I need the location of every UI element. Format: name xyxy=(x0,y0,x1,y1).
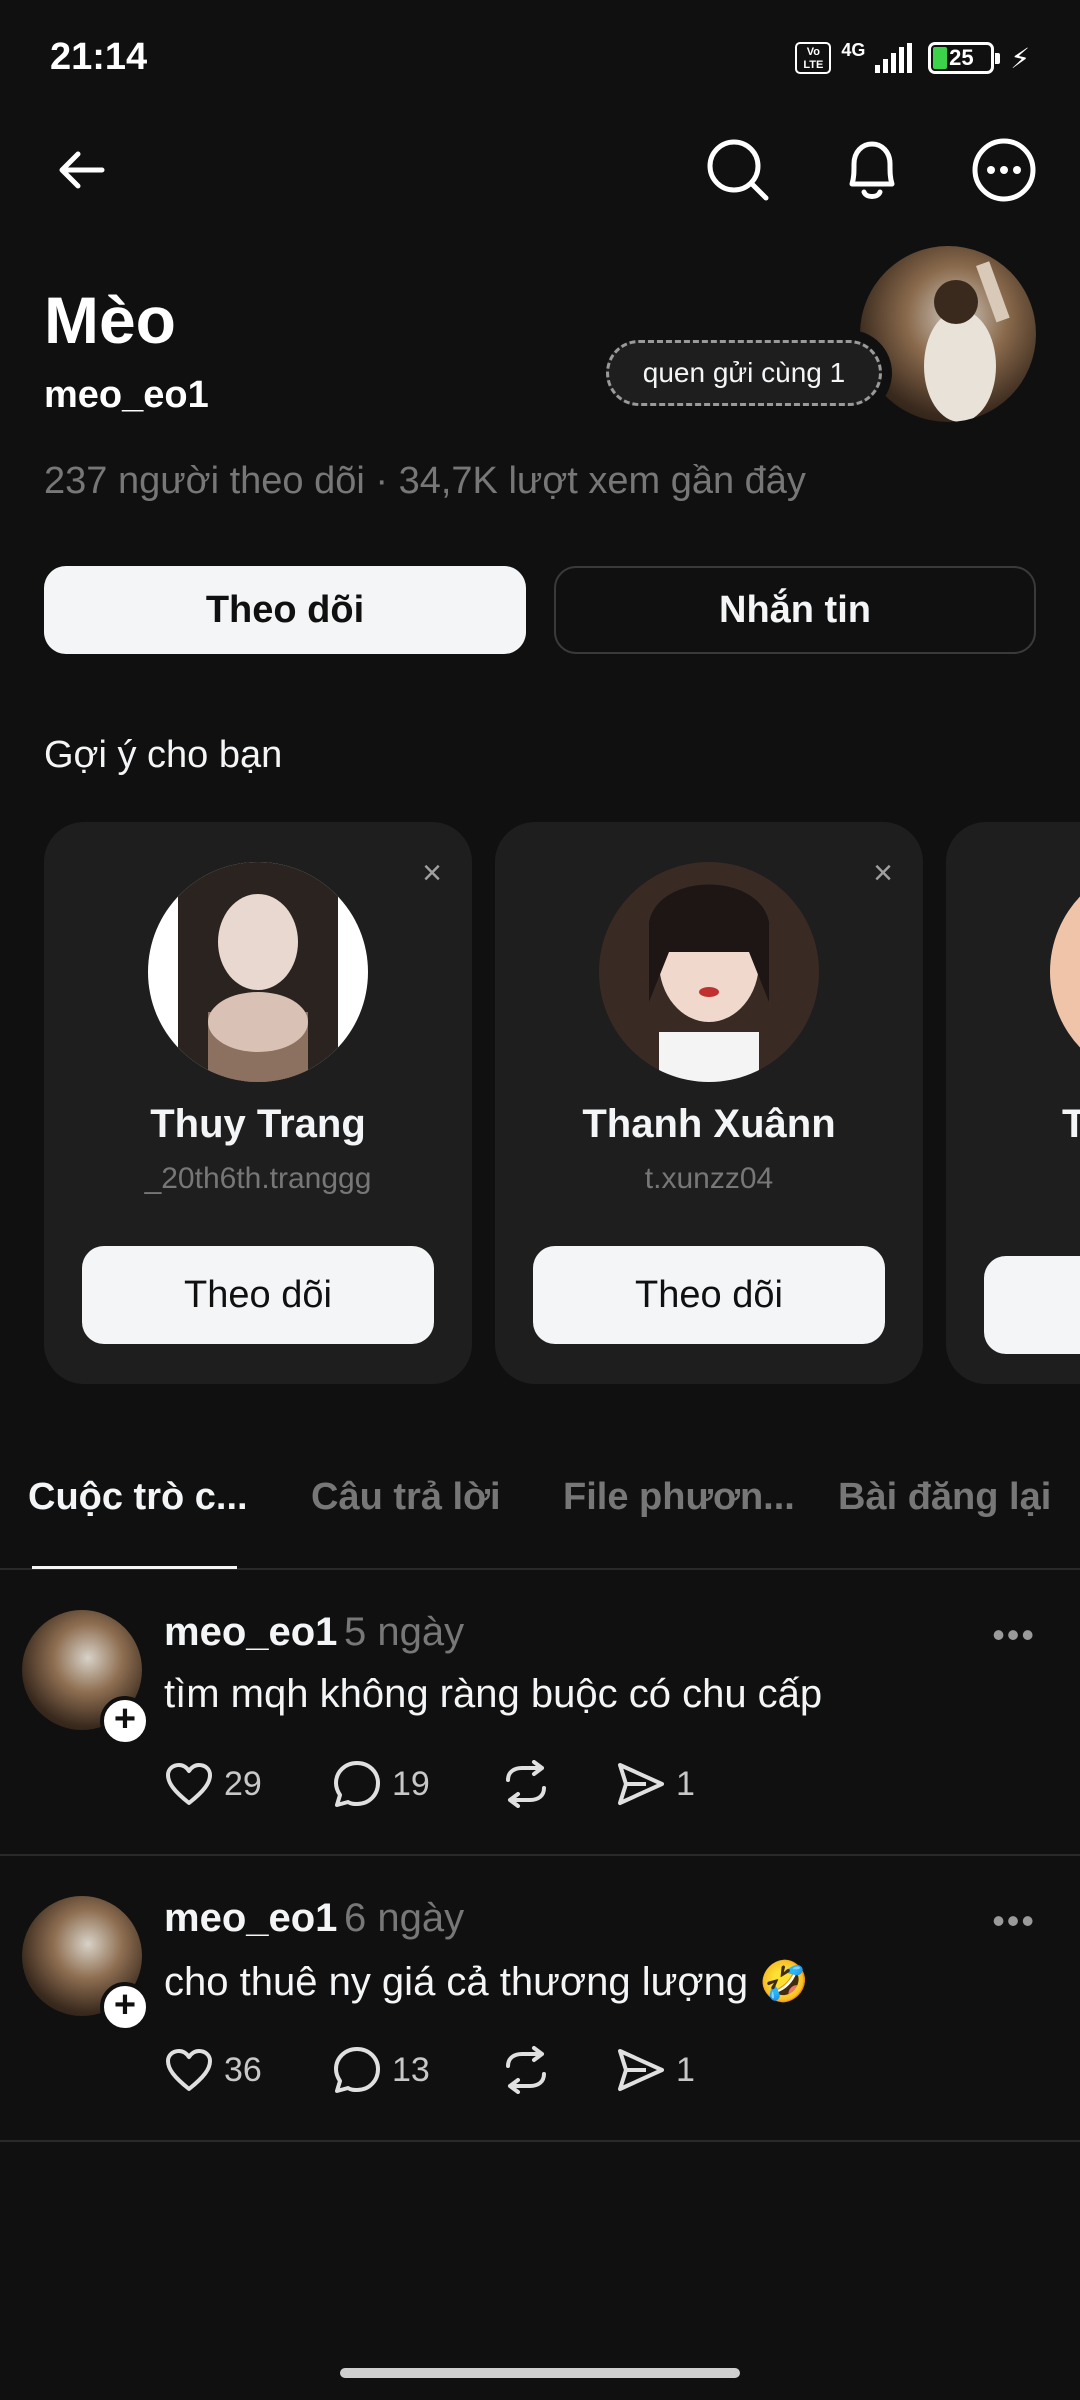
profile-name: Mèo xyxy=(44,283,176,357)
suggestion-photo xyxy=(148,862,368,1082)
share-icon xyxy=(618,2049,664,2091)
post-more-icon[interactable]: ••• xyxy=(992,1614,1036,1656)
post-time: 5 ngày xyxy=(344,1610,465,1654)
repost-button[interactable] xyxy=(500,2046,616,2094)
comment-count: 13 xyxy=(392,2050,430,2089)
tab-media[interactable]: File phươn... xyxy=(563,1476,795,1519)
share-button[interactable]: 1 xyxy=(616,2047,695,2093)
suggestion-photo xyxy=(599,862,819,1082)
mutual-followers-label: quen gửi cùng 1 xyxy=(606,340,882,406)
repost-icon xyxy=(506,1760,546,1808)
post-time: 6 ngày xyxy=(344,1896,465,1940)
suggestion-avatar[interactable] xyxy=(1050,862,1080,1082)
volte-icon: Vo LTE xyxy=(795,42,832,74)
comment-icon xyxy=(334,2047,380,2093)
share-count: 1 xyxy=(676,1764,695,1803)
comment-button[interactable]: 13 xyxy=(332,2045,500,2095)
back-button[interactable] xyxy=(42,130,122,210)
more-circle-icon xyxy=(972,138,1036,202)
comment-button[interactable]: 19 xyxy=(332,1759,500,1809)
suggestion-follow-button[interactable]: Theo dõi xyxy=(82,1246,434,1344)
more-options-button[interactable] xyxy=(964,130,1044,210)
suggestion-follow-button[interactable]: Theo dõi xyxy=(533,1246,885,1344)
active-tab-indicator xyxy=(32,1566,237,1569)
suggestion-name: Thuy Trang xyxy=(150,1102,366,1146)
message-button[interactable]: Nhắn tin xyxy=(554,566,1036,654)
post-actions: 29 19 1 xyxy=(164,1754,695,1814)
like-button[interactable]: 29 xyxy=(164,1761,332,1807)
follow-plus-icon[interactable]: + xyxy=(100,1696,150,1746)
comment-icon xyxy=(334,1761,380,1807)
suggestion-follow-button[interactable] xyxy=(984,1256,1080,1354)
suggestion-avatar[interactable] xyxy=(599,862,819,1082)
post-actions: 36 13 1 xyxy=(164,2040,695,2100)
notifications-button[interactable] xyxy=(832,130,912,210)
post-more-icon[interactable]: ••• xyxy=(992,1900,1036,1942)
profile-stats[interactable]: 237 người theo dõi · 34,7K lượt xem gần … xyxy=(44,460,806,503)
close-icon[interactable]: × xyxy=(873,856,893,890)
suggestion-card[interactable]: T xyxy=(946,822,1080,1384)
profile-handle: meo_eo1 xyxy=(44,374,209,416)
like-count: 29 xyxy=(224,1764,262,1803)
suggestion-card[interactable]: × Thuy Trang _20th6th.tranggg Theo dõi xyxy=(44,822,472,1384)
mutual-followers-bubble[interactable]: quen gửi cùng 1 xyxy=(596,330,892,416)
network-type: 4G xyxy=(841,39,866,60)
heart-icon xyxy=(166,1763,212,1805)
profile-tabs: Cuộc trò c... Câu trả lời File phươn... … xyxy=(0,1460,1080,1570)
suggestion-handle: t.xunzz04 xyxy=(644,1162,774,1195)
post-username[interactable]: meo_eo1 xyxy=(164,1896,337,1941)
like-button[interactable]: 36 xyxy=(164,2047,332,2093)
tab-threads[interactable]: Cuộc trò c... xyxy=(28,1476,248,1519)
repost-button[interactable] xyxy=(500,1760,616,1808)
profile-avatar[interactable] xyxy=(860,246,1036,422)
follow-plus-icon[interactable]: + xyxy=(100,1982,150,2032)
suggestion-name: T xyxy=(1062,1102,1080,1146)
post-text: tìm mqh không ràng buộc có chu cấp xyxy=(164,1672,823,1716)
post-item[interactable]: + meo_eo1 5 ngày ••• tìm mqh không ràng … xyxy=(0,1570,1080,1856)
share-button[interactable]: 1 xyxy=(616,1761,695,1807)
search-icon xyxy=(707,139,769,201)
charging-icon: ⚡ xyxy=(1010,42,1030,74)
follow-button[interactable]: Theo dõi xyxy=(44,566,526,654)
status-bar: 21:14 Vo LTE 4G 25 ⚡ xyxy=(0,0,1080,116)
share-count: 1 xyxy=(676,2050,695,2089)
repost-icon xyxy=(506,2046,546,2094)
battery-level: 25 xyxy=(949,45,974,70)
share-icon xyxy=(618,1763,664,1805)
tab-reposts[interactable]: Bài đăng lại xyxy=(838,1476,1051,1519)
status-icons: Vo LTE 4G 25 ⚡ xyxy=(795,36,1030,80)
post-text: cho thuê ny giá cả thương lượng 🤣 xyxy=(164,1960,810,2004)
close-icon[interactable]: × xyxy=(422,856,442,890)
comment-count: 19 xyxy=(392,1764,430,1803)
tab-replies[interactable]: Câu trả lời xyxy=(311,1476,501,1519)
search-button[interactable] xyxy=(698,130,778,210)
suggestion-handle: _20th6th.tranggg xyxy=(144,1162,372,1195)
suggestion-card[interactable]: × Thanh Xuânn t.xunzz04 Theo dõi xyxy=(495,822,923,1384)
post-item[interactable]: + meo_eo1 6 ngày ••• cho thuê ny giá cả … xyxy=(0,1856,1080,2142)
profile-photo xyxy=(924,261,1010,422)
heart-icon xyxy=(166,2049,212,2091)
arrow-left-icon xyxy=(59,151,105,189)
battery-icon: 25 xyxy=(928,42,1001,74)
suggestion-avatar[interactable] xyxy=(148,862,368,1082)
suggestions-title: Gợi ý cho bạn xyxy=(44,734,283,776)
post-username[interactable]: meo_eo1 xyxy=(164,1610,337,1655)
suggestion-name: Thanh Xuânn xyxy=(582,1102,836,1146)
bell-icon xyxy=(849,141,895,199)
status-time: 21:14 xyxy=(50,36,148,78)
signal-icon xyxy=(875,43,913,73)
home-indicator[interactable] xyxy=(340,2368,740,2378)
like-count: 36 xyxy=(224,2050,262,2089)
